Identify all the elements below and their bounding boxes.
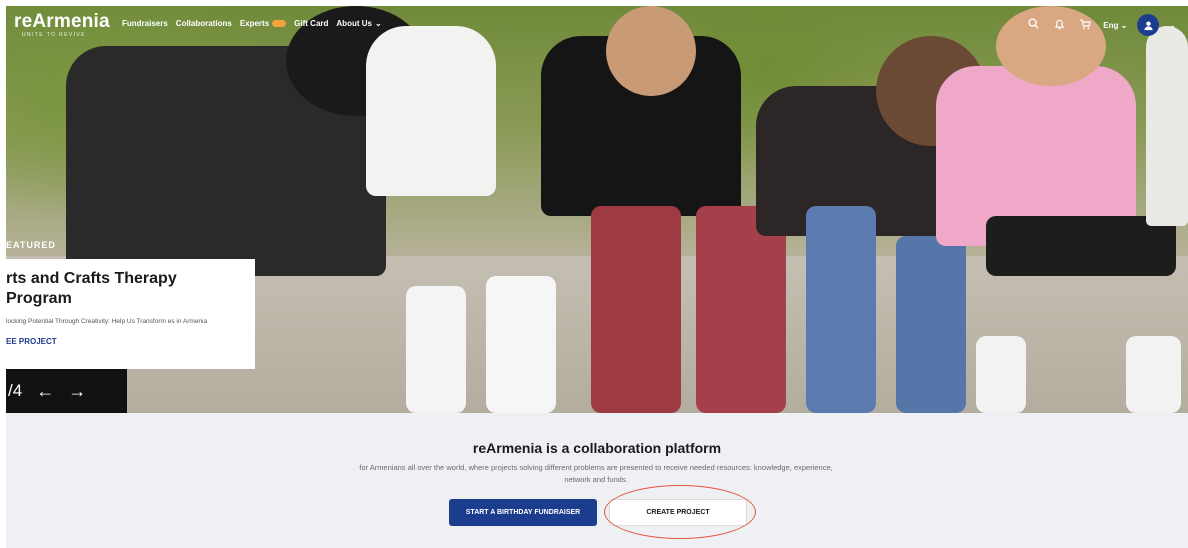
nav-item-label: Collaborations	[175, 19, 232, 28]
featured-label: EATURED	[6, 240, 56, 250]
nav-item-gift-card[interactable]: Gift Card	[294, 19, 328, 28]
hero-figure	[366, 26, 496, 196]
featured-card[interactable]: rts and Crafts Therapy Program locking P…	[6, 259, 255, 369]
brand-logo[interactable]: reArmenia UNITE TO REVIVE	[14, 11, 110, 39]
hero-figure	[1146, 26, 1188, 226]
logo-text: reArmenia	[14, 11, 110, 32]
see-project-link[interactable]: EE PROJECT	[6, 337, 255, 346]
arrow-right-icon[interactable]: →	[68, 381, 86, 402]
user-icon	[1144, 20, 1153, 30]
hero-figure	[976, 336, 1026, 413]
nav-item-collaborations[interactable]: Collaborations	[176, 19, 232, 28]
new-badge	[272, 20, 287, 27]
hero-figure	[1126, 336, 1181, 413]
top-nav: reArmenia UNITE TO REVIVE Fundraisers Co…	[6, 6, 1188, 46]
slide-counter: /4	[8, 381, 23, 400]
nav-item-fundraisers[interactable]: Fundraisers	[122, 19, 168, 28]
hero-figure	[806, 206, 876, 413]
nav-item-experts[interactable]: Experts	[239, 19, 287, 28]
logo-tagline: UNITE TO REVIVE	[22, 32, 86, 38]
cart-icon[interactable]	[1077, 18, 1093, 33]
start-birthday-fundraiser-button[interactable]: START A BIRTHDAY FUNDRAISER	[449, 499, 597, 526]
user-avatar[interactable]	[1137, 14, 1160, 36]
featured-description: locking Potential Through Creativity: He…	[6, 318, 208, 325]
nav-actions: Eng ⌄ ⌄	[1025, 14, 1176, 36]
nav-item-label: About Us	[336, 19, 372, 28]
featured-title: rts and Crafts Therapy Program	[6, 270, 177, 307]
hero-figure	[591, 206, 681, 413]
bell-icon[interactable]	[1051, 18, 1067, 33]
language-selector[interactable]: Eng ⌄	[1103, 21, 1127, 30]
hero-figure	[696, 206, 786, 413]
nav-item-about-us[interactable]: About Us ⌄	[336, 19, 381, 28]
hero-figure	[406, 286, 466, 413]
intro-section: reArmenia is a collaboration platform fo…	[6, 413, 1188, 548]
chevron-down-icon[interactable]: ⌄	[1169, 21, 1176, 30]
chevron-down-icon: ⌄	[374, 19, 382, 28]
main-menu: Fundraisers Collaborations Experts Gift …	[122, 19, 382, 28]
nav-item-label: Fundraisers	[122, 19, 168, 28]
intro-title: reArmenia is a collaboration platform	[472, 440, 722, 456]
arrow-left-icon[interactable]: ←	[36, 381, 54, 402]
language-label: Eng	[1103, 20, 1119, 30]
intro-description: for Armenians all over the world, where …	[359, 463, 833, 484]
create-project-button[interactable]: CREATE PROJECT	[609, 499, 747, 526]
nav-item-label: Gift Card	[294, 19, 329, 28]
hero-figure	[896, 236, 966, 413]
search-icon[interactable]	[1025, 18, 1041, 32]
chevron-down-icon: ⌄	[1120, 20, 1128, 30]
slider-pager: /4 ← →	[6, 369, 127, 413]
hero-figure	[486, 276, 556, 413]
nav-item-label: Experts	[239, 19, 270, 28]
